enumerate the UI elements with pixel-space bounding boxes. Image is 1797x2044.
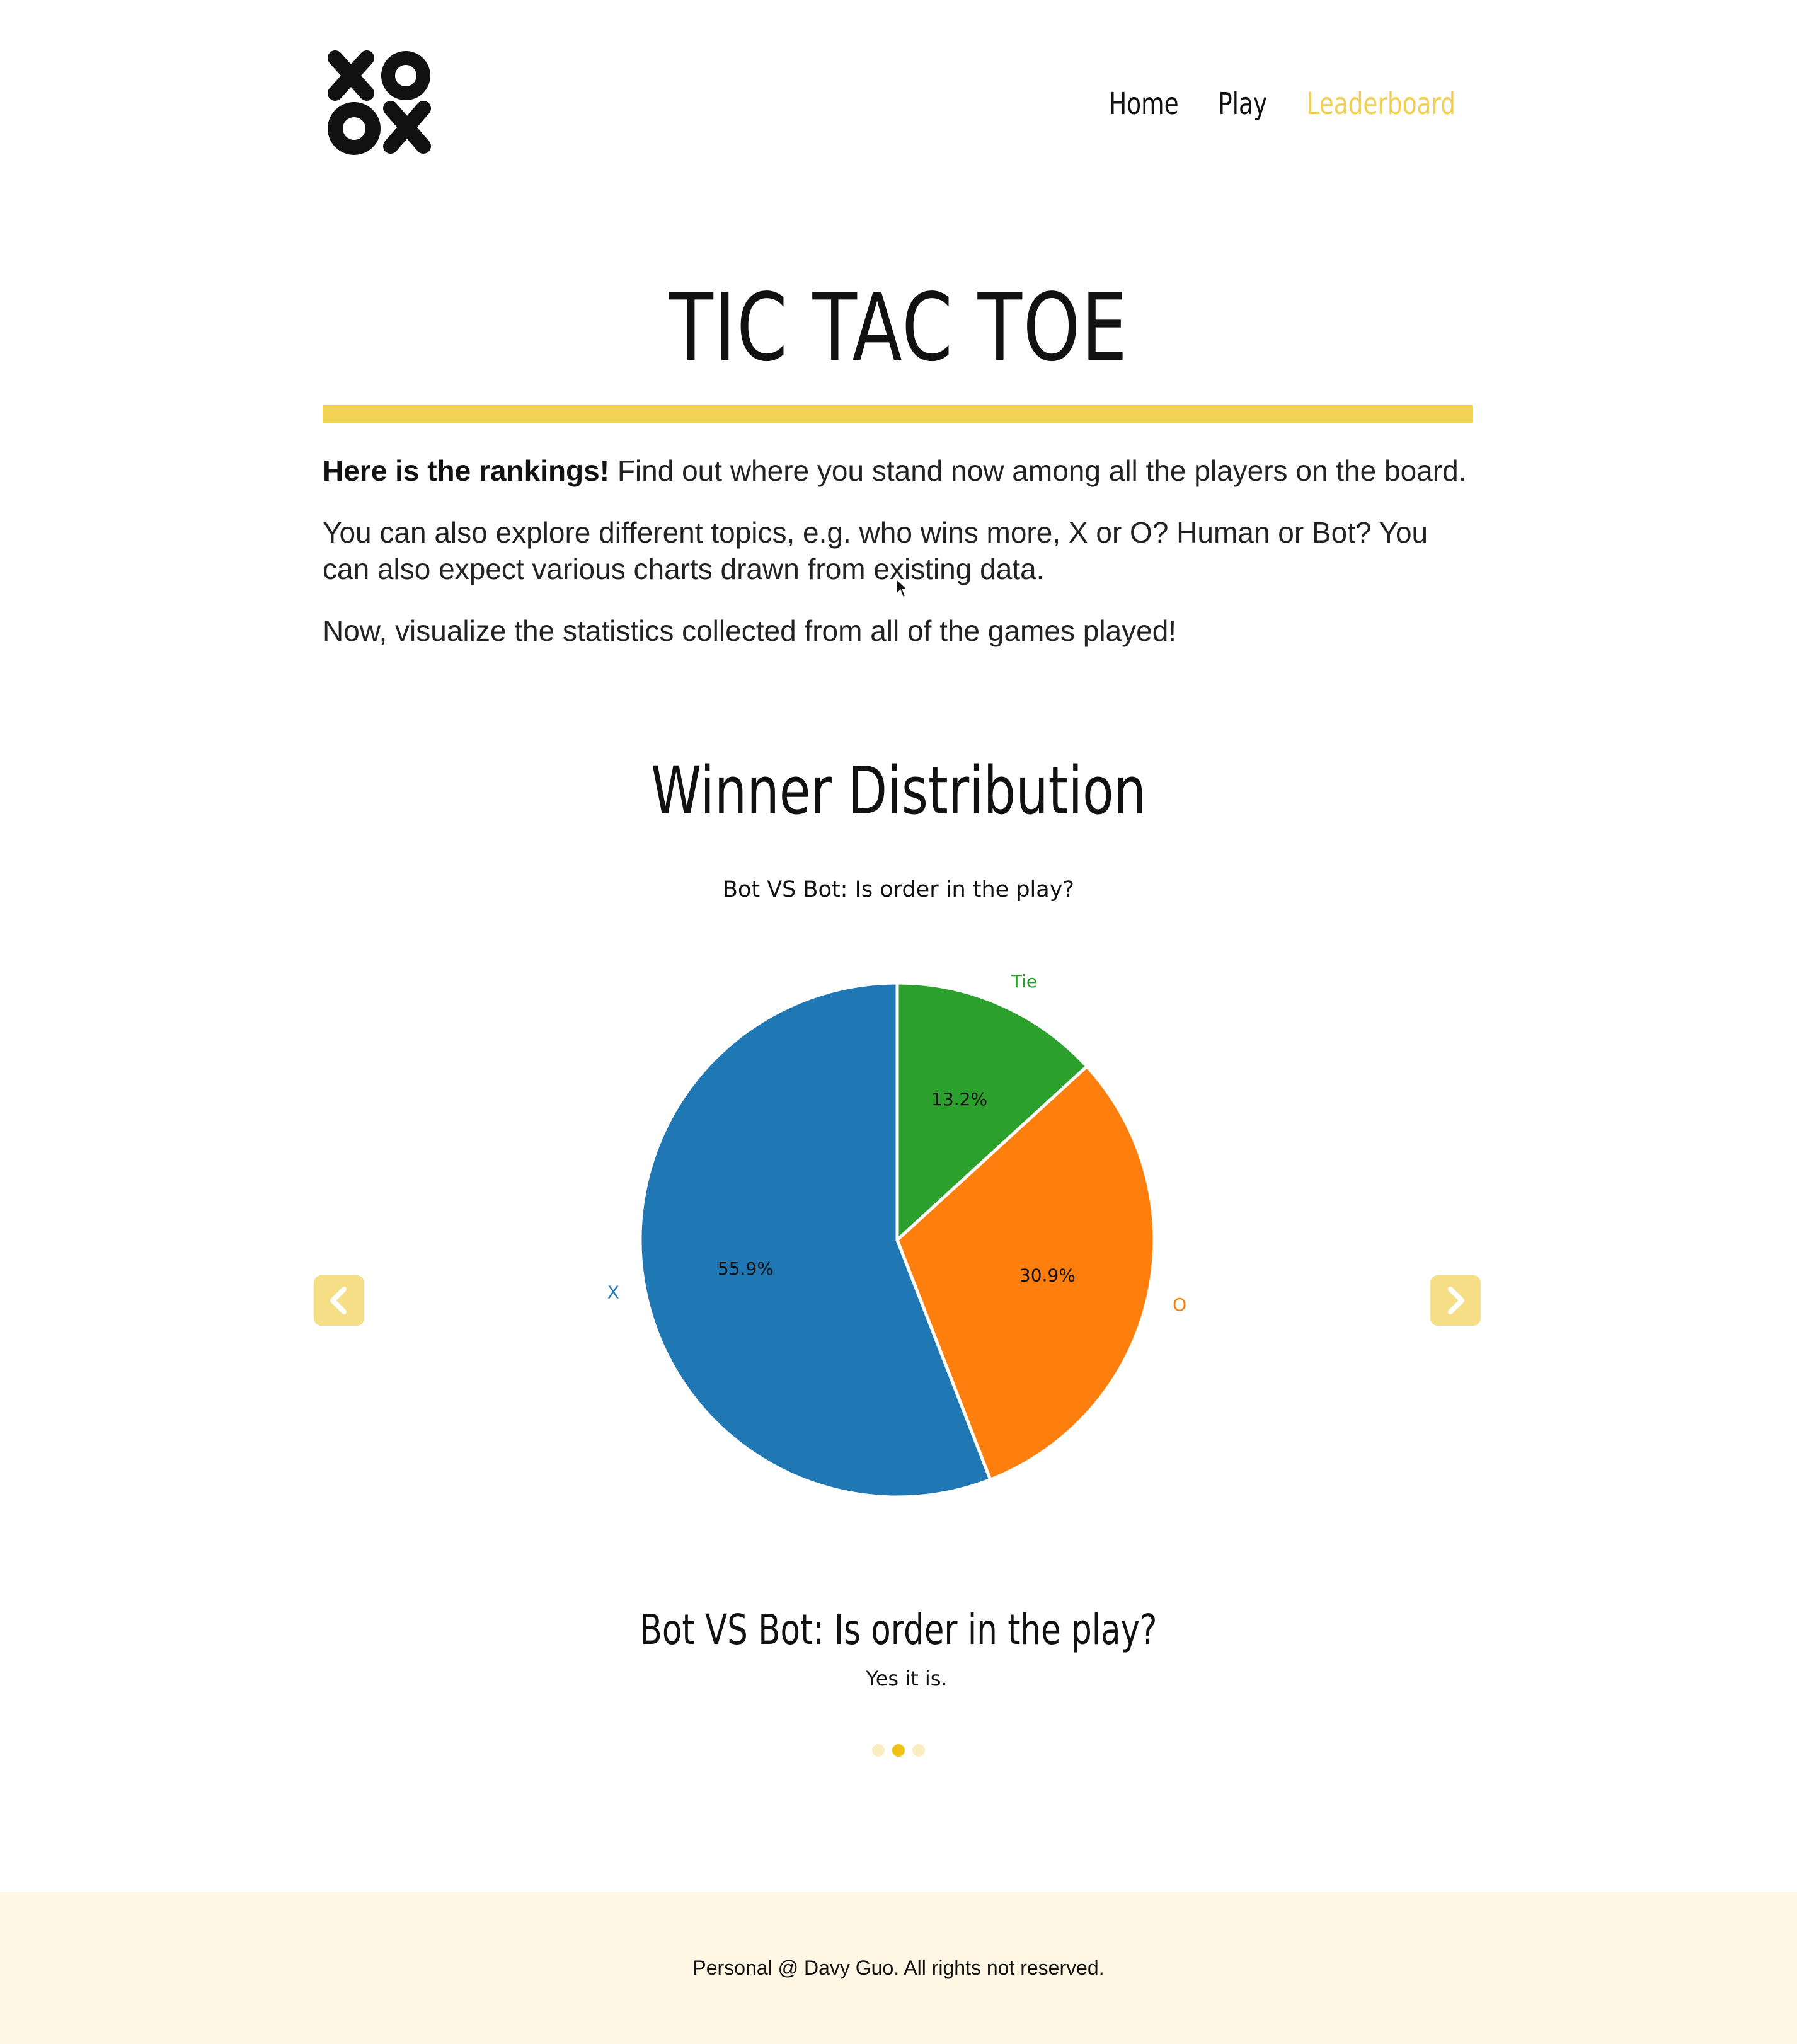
pie-pct-label-o: 30.9%: [1019, 1265, 1076, 1286]
footer: Personal @ Davy Guo. All rights not rese…: [0, 1892, 1797, 2044]
nav-leaderboard-link[interactable]: Leaderboard: [1307, 82, 1455, 126]
carousel-indicator-2[interactable]: [892, 1744, 905, 1757]
carousel-prev-button[interactable]: [314, 1275, 364, 1326]
pie-category-label-o: O: [1173, 1294, 1186, 1315]
carousel-indicator-3[interactable]: [912, 1744, 925, 1757]
intro-text: Here is the rankings! Find out where you…: [323, 452, 1476, 674]
carousel-indicators: [0, 1744, 1797, 1757]
carousel-caption-title: Bot VS Bot: Is order in the play?: [640, 1605, 1157, 1654]
main-nav: Home Play Leaderboard: [1109, 82, 1455, 126]
pie-category-label-tie: Tie: [1011, 971, 1037, 992]
carousel-next-button[interactable]: [1430, 1275, 1481, 1326]
intro-rest: Find out where you stand now among all t…: [609, 454, 1467, 487]
carousel-indicator-1[interactable]: [872, 1744, 885, 1757]
carousel-caption-text: Yes it is.: [866, 1667, 948, 1691]
chevron-right-icon: [1448, 1287, 1464, 1314]
footer-text: Personal @ Davy Guo. All rights not rese…: [692, 1956, 1105, 1979]
pie-category-label-x: X: [607, 1282, 619, 1303]
title-divider: [323, 405, 1473, 423]
page-title: TIC TAC TOE: [669, 273, 1128, 382]
intro-paragraph-3: Now, visualize the statistics collected …: [323, 614, 1177, 647]
nav-home-link[interactable]: Home: [1109, 82, 1179, 126]
section-title: Winner Distribution: [650, 752, 1147, 829]
logo[interactable]: [323, 44, 439, 160]
chart-title: Bot VS Bot: Is order in the play?: [723, 877, 1074, 902]
page: Home Play Leaderboard TIC TAC TOE Here i…: [0, 0, 1797, 2044]
nav-play-link[interactable]: Play: [1218, 82, 1267, 126]
pie-pct-label-x: 55.9%: [718, 1258, 774, 1279]
pie-chart: Bot VS Bot: Is order in the play? 13.2% T…: [607, 877, 1186, 1499]
intro-bold: Here is the rankings!: [323, 454, 610, 487]
mouse-cursor-icon: [896, 578, 909, 599]
pie-slices: [638, 981, 1156, 1499]
intro-paragraph-2: You can also explore different topics, e…: [323, 516, 1428, 585]
intro-paragraph-1: Here is the rankings! Find out where you…: [323, 452, 1476, 489]
pie-pct-label-tie: 13.2%: [931, 1089, 987, 1110]
chevron-left-icon: [330, 1287, 347, 1314]
